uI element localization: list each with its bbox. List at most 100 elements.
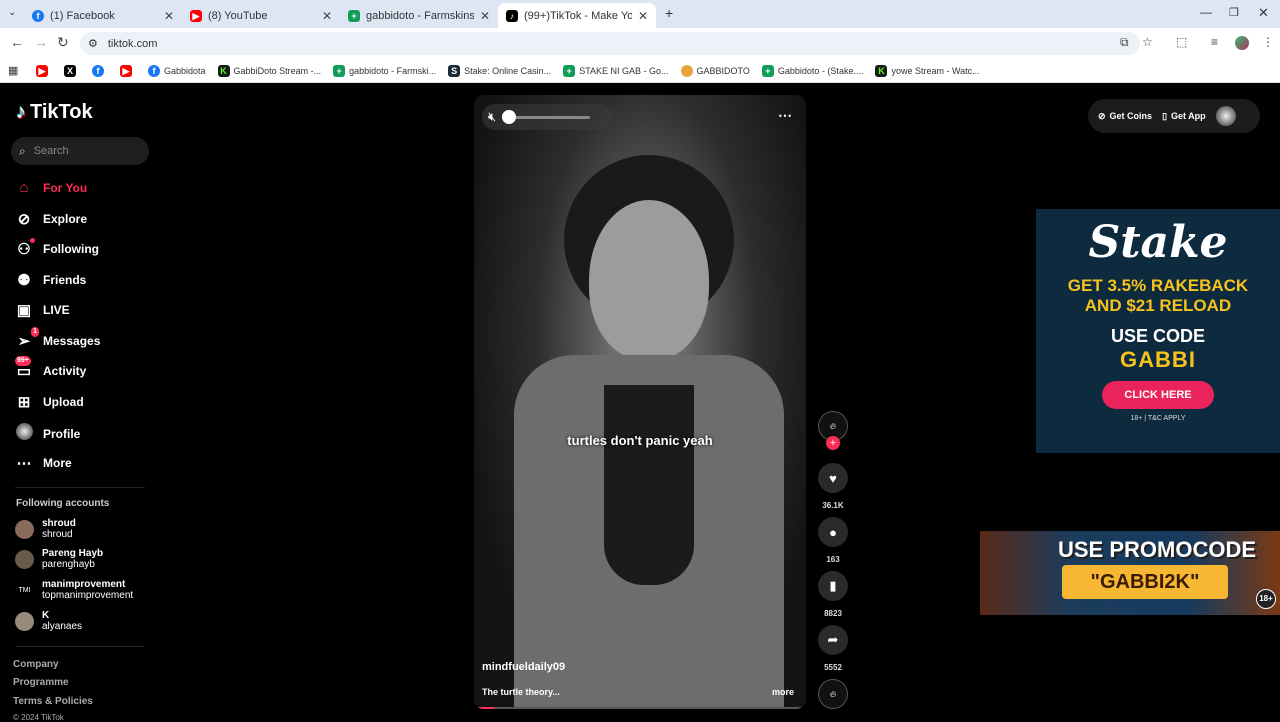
install-app-icon[interactable]: ⧉ xyxy=(1120,35,1129,50)
bookmark-item[interactable]: ▶ xyxy=(36,64,52,77)
nav-live[interactable]: ▣ LIVE xyxy=(15,301,70,319)
chrome-menu-icon[interactable]: ⋮ xyxy=(1262,35,1274,49)
user-avatar[interactable] xyxy=(1235,36,1249,50)
tiktok-note-icon: ♪ xyxy=(16,101,26,123)
forward-icon[interactable]: → xyxy=(34,34,48,50)
bookmark-item[interactable]: X xyxy=(64,64,80,77)
volume-slider[interactable] xyxy=(502,109,591,124)
mute-icon[interactable]: 🔇︎ xyxy=(488,109,496,125)
bookmark-item[interactable]: Kyowe Stream - Watc... xyxy=(875,64,980,77)
bookmark-item[interactable]: ▶ xyxy=(120,64,136,77)
tab-sheets[interactable]: + gabbidoto - Farmskins - Googl ✕ xyxy=(340,3,498,28)
reload-icon[interactable]: ↻ xyxy=(57,34,69,51)
music-disc[interactable]: 🔥︎ xyxy=(818,679,848,709)
site-info-icon[interactable]: ⚙ xyxy=(88,37,98,50)
tab-youtube[interactable]: ▶ (8) YouTube ✕ xyxy=(182,3,340,28)
get-app-button[interactable]: ▯ Get App xyxy=(1162,111,1206,122)
restore-icon[interactable]: ❐ xyxy=(1229,6,1239,19)
new-tab-icon[interactable]: + xyxy=(665,5,673,21)
media-icon[interactable]: ≡ xyxy=(1211,35,1218,49)
stake-ad[interactable]: Stake GET 3.5% RAKEBACK AND $21 RELOAD U… xyxy=(1036,209,1280,453)
avatar xyxy=(15,549,34,569)
extensions-icon[interactable]: ⬚ xyxy=(1176,35,1187,49)
browser-tab-bar: ⌄ f (1) Facebook ✕ ▶ (8) YouTube ✕ + gab… xyxy=(0,0,1280,28)
bookmarks-bar: ▦ ▶ X f ▶ f Gabbidota K GabbiDoto Stream -… xyxy=(0,59,1280,83)
bookmark-item[interactable]: + gabbidoto - Farmski... xyxy=(333,64,436,77)
save-button[interactable]: ▮ 8823 xyxy=(818,571,848,618)
youtube-icon: ▶ xyxy=(190,9,202,22)
bookmark-item[interactable]: GABBIDOTO xyxy=(680,64,750,77)
messages-icon: ➢ 1 xyxy=(17,327,39,350)
facebook-icon: f xyxy=(32,9,44,22)
comment-button[interactable]: ● 163 xyxy=(818,517,848,564)
tab-close-icon[interactable]: ✕ xyxy=(164,9,174,23)
bookmark-star-icon[interactable]: ☆ xyxy=(1142,35,1153,49)
nav-upload[interactable]: ⊞ Upload xyxy=(15,393,84,411)
tab-close-icon[interactable]: ✕ xyxy=(638,9,648,23)
like-button[interactable]: ♥ 36.1K xyxy=(818,463,848,510)
footer-link[interactable]: Company xyxy=(13,659,59,670)
nav-messages[interactable]: ➢ 1 Messages xyxy=(15,327,100,350)
apps-grid-icon[interactable]: ▦ xyxy=(8,64,18,77)
following-account[interactable]: TMI manimprovement topmanimprovement xyxy=(15,579,133,601)
tab-title: (99+)TikTok - Make Your Day xyxy=(524,9,632,22)
bookmark-item[interactable]: K GabbiDoto Stream -... xyxy=(217,64,321,77)
window-close-icon[interactable]: ✕ xyxy=(1258,5,1269,21)
tab-list-chevron-icon[interactable]: ⌄ xyxy=(8,7,16,18)
ad-cta-button[interactable]: CLICK HERE xyxy=(1102,381,1214,409)
video-description: The turtle theory... xyxy=(482,687,560,697)
nav-activity[interactable]: ▭ 99+ Activity xyxy=(15,356,86,380)
creator-avatar[interactable]: 🔥︎ + xyxy=(818,411,848,450)
phone-icon: ▯ xyxy=(1162,110,1168,121)
footer-link[interactable]: Programme xyxy=(13,677,69,688)
music-disc-icon: 🔥︎ xyxy=(818,679,848,709)
nav-profile[interactable]: Profile xyxy=(15,423,80,444)
video-username[interactable]: mindfueldaily09 xyxy=(482,661,565,673)
bookmark-item[interactable]: + STAKE NI GAB - Go... xyxy=(563,64,669,77)
video-subtitle: turtles don't panic yeah xyxy=(567,433,713,448)
tab-close-icon[interactable]: ✕ xyxy=(480,9,490,23)
omnibox[interactable]: ⚙ tiktok.com xyxy=(80,32,1140,55)
nav-following[interactable]: ⚇ Following xyxy=(15,238,99,258)
volume-knob[interactable] xyxy=(502,109,517,124)
bookmark-item[interactable]: S Stake: Online Casin... xyxy=(448,64,551,77)
following-account[interactable]: Pareng Hayb parenghayb xyxy=(15,548,103,570)
facebook-icon: f xyxy=(92,64,104,77)
ad-fine-print: 18+ | T&C APPLY xyxy=(1130,415,1186,422)
bookmark-item[interactable]: f xyxy=(92,64,108,77)
sheets-icon: + xyxy=(563,64,576,77)
tab-close-icon[interactable]: ✕ xyxy=(322,9,332,23)
chrome-icon xyxy=(680,64,693,77)
following-account[interactable]: shroud shroud xyxy=(15,518,76,540)
video-player[interactable]: 🔇︎ ⋯ turtles don't panic yeah mindfuelda… xyxy=(474,95,806,709)
video-options-icon[interactable]: ⋯ xyxy=(778,107,792,124)
share-button[interactable]: ➦ 5552 xyxy=(818,625,848,672)
back-icon[interactable]: ← xyxy=(10,34,24,50)
search-input[interactable]: ⌕ Search xyxy=(11,137,149,165)
ad-line-2: AND $21 RELOAD xyxy=(1084,296,1232,315)
sheets-icon: + xyxy=(761,64,774,77)
footer-link[interactable]: Terms & Policies xyxy=(13,696,93,707)
promocode-ad[interactable]: USE PROMOCODE "GABBI2K" 18+ xyxy=(980,531,1280,615)
sheets-icon: + xyxy=(333,64,346,77)
nav-for-you[interactable]: ⌂ For You xyxy=(15,179,87,196)
follow-plus-icon[interactable]: + xyxy=(826,436,840,450)
tiktok-logo[interactable]: ♪ TikTok xyxy=(16,101,93,124)
tab-facebook[interactable]: f (1) Facebook ✕ xyxy=(24,3,182,28)
nav-more[interactable]: ⋯ More xyxy=(15,454,72,472)
bookmark-item[interactable]: f Gabbidota xyxy=(148,64,206,77)
video-frame-figure xyxy=(514,155,784,709)
nav-friends[interactable]: ⚉ Friends xyxy=(15,271,86,289)
get-coins-button[interactable]: ⊘ Get Coins xyxy=(1098,111,1152,122)
video-progress[interactable] xyxy=(474,707,806,709)
top-right-actions: ⊘ Get Coins ▯ Get App xyxy=(1088,99,1260,133)
nav-explore[interactable]: ⊘ Explore xyxy=(15,210,87,228)
url-text[interactable]: tiktok.com xyxy=(108,38,158,50)
account-avatar[interactable] xyxy=(1215,106,1236,126)
volume-control[interactable]: 🔇︎ xyxy=(482,104,612,130)
minimize-icon[interactable]: — xyxy=(1200,5,1212,19)
tab-tiktok[interactable]: ♪ (99+)TikTok - Make Your Day ✕ xyxy=(498,3,656,28)
bookmark-item[interactable]: + Gabbidoto - (Stake.... xyxy=(761,64,863,77)
following-account[interactable]: Kalyanaes xyxy=(15,610,82,632)
video-more-link[interactable]: more xyxy=(772,687,794,697)
